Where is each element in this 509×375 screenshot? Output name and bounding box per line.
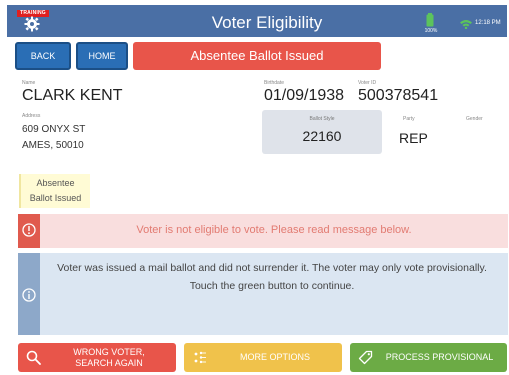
voter-eligibility-screen: TRAINING Voter Eligibility 100% 12:18 PM… [0,0,509,375]
voter-id-value: 500378541 [358,87,439,104]
wrong-voter-line-2: SEARCH AGAIN [75,357,143,368]
birthdate-value: 01/09/1938 [264,87,345,104]
tag-icon [358,350,373,365]
birthdate-label: Birthdate [264,80,285,86]
search-icon [26,350,41,365]
warning-message: Voter is not eligible to vote. Please re… [136,224,412,236]
wifi-icon [460,20,472,29]
wrong-voter-line-1: WRONG VOTER, [73,346,145,357]
gear-icon[interactable] [24,16,40,32]
gender-label: Gender [466,116,483,122]
home-button[interactable]: HOME [76,42,128,70]
wrong-voter-button[interactable]: WRONG VOTER, SEARCH AGAIN [18,343,176,372]
alert-icon [22,223,36,237]
info-icon [22,288,36,302]
ballot-style-label: Ballot Style [309,116,335,122]
voter-name: CLARK KENT [22,87,123,104]
ballot-style-box: Ballot Style 22160 [262,110,382,154]
badge-line-2: Ballot Issued [29,193,82,203]
options-icon [194,351,206,364]
more-options-label: MORE OPTIONS [239,352,310,362]
address-line-1: 609 ONYX ST [22,124,86,135]
process-provisional-label: PROCESS PROVISIONAL [385,352,494,362]
top-bar: TRAINING Voter Eligibility 100% 12:18 PM [7,5,507,37]
page-title: Voter Eligibility [211,13,323,32]
back-button[interactable]: BACK [15,42,71,70]
status-banner: Absentee Ballot Issued [133,42,381,70]
badge-line-1: Absentee [36,178,75,188]
more-options-button[interactable]: MORE OPTIONS [184,343,342,372]
wrong-voter-label: WRONG VOTER, SEARCH AGAIN [46,343,172,372]
address-label: Address [22,113,41,119]
address-line-2: AMES, 50010 [22,140,84,151]
ballot-style-value: 22160 [302,128,342,144]
process-provisional-button[interactable]: PROCESS PROVISIONAL [350,343,507,372]
party-value: REP [399,130,428,146]
battery-icon [426,13,434,27]
info-message: Voter was issued a mail ballot and did n… [57,262,487,292]
absentee-badge: Absentee Ballot Issued [19,174,90,208]
voter-id-label: Voter ID [358,80,377,86]
party-label: Party [403,116,415,122]
clock: 12:18 PM [475,20,501,26]
battery-level: 100% [424,28,438,34]
name-label: Name [22,80,36,86]
